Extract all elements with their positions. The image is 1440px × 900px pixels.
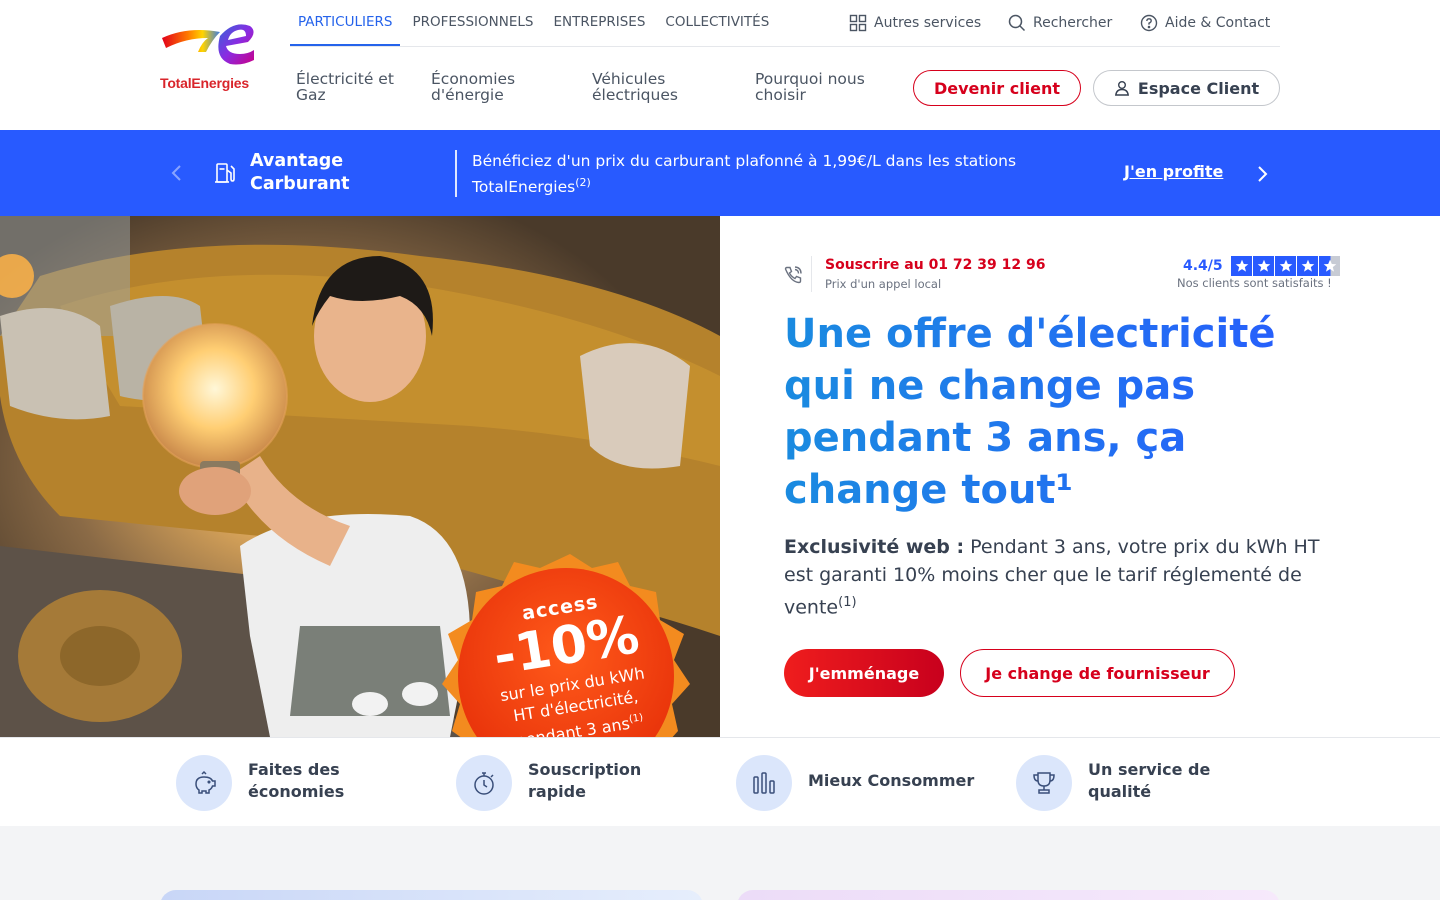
help-icon xyxy=(1140,14,1158,32)
become-client-button[interactable]: Devenir client xyxy=(913,70,1081,106)
promo-banner: Avantage Carburant Bénéficiez d'un prix … xyxy=(0,130,1440,216)
banner-title: Avantage Carburant xyxy=(250,151,350,194)
hero-description-bold: Exclusivité web : xyxy=(784,536,965,558)
grid-icon xyxy=(849,14,867,32)
banner-separator xyxy=(455,150,457,197)
switch-supplier-button[interactable]: Je change de fournisseur xyxy=(960,649,1235,697)
client-space-button[interactable]: Espace Client xyxy=(1093,70,1280,106)
header-divider xyxy=(290,46,1280,47)
tab-particuliers[interactable]: PARTICULIERS xyxy=(290,0,401,46)
hero-title: Une offre d'électricité qui ne change pa… xyxy=(784,308,1344,516)
bar-chart-icon xyxy=(736,755,792,811)
banner-text: Bénéficiez d'un prix du carburant plafon… xyxy=(472,150,1092,198)
user-icon xyxy=(1114,81,1129,96)
feature-quick-subscription: Souscription rapide xyxy=(528,760,642,801)
hero-description-footnote: (1) xyxy=(838,595,857,610)
segment-nav: PARTICULIERS PROFESSIONNELS ENTREPRISES … xyxy=(290,0,781,46)
star-icon xyxy=(1231,256,1252,276)
tab-entreprises[interactable]: ENTREPRISES xyxy=(545,0,653,46)
promo-card-left[interactable] xyxy=(160,890,703,900)
nav-vehicules-electriques[interactable]: Véhicules électriques xyxy=(592,71,712,103)
next-section xyxy=(0,826,1440,900)
subscribe-phone-link[interactable]: Souscrire au 01 72 39 12 96 xyxy=(825,257,1045,273)
trophy-icon xyxy=(1016,755,1072,811)
move-in-button[interactable]: J'emménage xyxy=(784,649,944,697)
banner-text-body: Bénéficiez d'un prix du carburant plafon… xyxy=(472,152,1017,197)
star-icon xyxy=(1297,256,1318,276)
star-icon xyxy=(1253,256,1274,276)
site-header: TotalEnergies PARTICULIERS PROFESSIONNEL… xyxy=(0,0,1440,130)
feature-savings: Faites des économies xyxy=(248,760,345,801)
chevron-left-icon[interactable] xyxy=(170,163,184,183)
phone-icon xyxy=(784,266,802,284)
nav-pourquoi-nous-choisir[interactable]: Pourquoi nous choisir xyxy=(755,71,895,103)
search-icon xyxy=(1008,14,1026,32)
features-strip: Faites des économies Souscription rapide… xyxy=(0,737,1440,826)
star-half-icon xyxy=(1319,256,1340,276)
promo-card-right[interactable] xyxy=(737,890,1280,900)
rating-value: 4.4/5 xyxy=(1183,258,1223,274)
tab-collectivites[interactable]: COLLECTIVITÉS xyxy=(657,0,777,46)
tab-professionnels[interactable]: PROFESSIONNELS xyxy=(404,0,541,46)
logo-wordmark: TotalEnergies xyxy=(160,75,249,91)
nav-economies-energie[interactable]: Économies d'énergie xyxy=(431,71,551,103)
stopwatch-icon xyxy=(456,755,512,811)
chevron-right-icon[interactable] xyxy=(1255,164,1269,184)
search-label: Rechercher xyxy=(1033,15,1113,31)
star-icon xyxy=(1275,256,1296,276)
feature-quality-service: Un service de qualité xyxy=(1088,760,1211,801)
piggy-bank-icon xyxy=(176,755,232,811)
other-services-link[interactable]: Autres services xyxy=(849,0,981,46)
phone-note: Prix d'un appel local xyxy=(825,277,942,291)
banner-footnote: (2) xyxy=(575,176,591,189)
rating-stars xyxy=(1231,256,1340,276)
other-services-label: Autres services xyxy=(874,15,982,31)
hero-photo: access -10% sur le prix du kWh HT d'élec… xyxy=(0,216,720,737)
fuel-pump-icon xyxy=(215,163,235,183)
banner-cta-link[interactable]: J'en profite xyxy=(1124,162,1223,181)
feature-better-consumption: Mieux Consommer xyxy=(808,771,975,790)
nav-electricite-gaz[interactable]: Électricité et Gaz xyxy=(296,71,416,103)
phone-separator xyxy=(811,256,812,292)
badge-footnote: (1) xyxy=(628,712,644,726)
rating-caption: Nos clients sont satisfaits ! xyxy=(1177,276,1332,290)
search-link[interactable]: Rechercher xyxy=(1008,0,1112,46)
help-contact-label: Aide & Contact xyxy=(1165,15,1271,31)
hero-description: Exclusivité web : Pendant 3 ans, votre p… xyxy=(784,533,1344,621)
totalenergies-logo[interactable]: TotalEnergies xyxy=(158,18,258,94)
help-contact-link[interactable]: Aide & Contact xyxy=(1140,0,1270,46)
client-space-label: Espace Client xyxy=(1137,78,1260,98)
